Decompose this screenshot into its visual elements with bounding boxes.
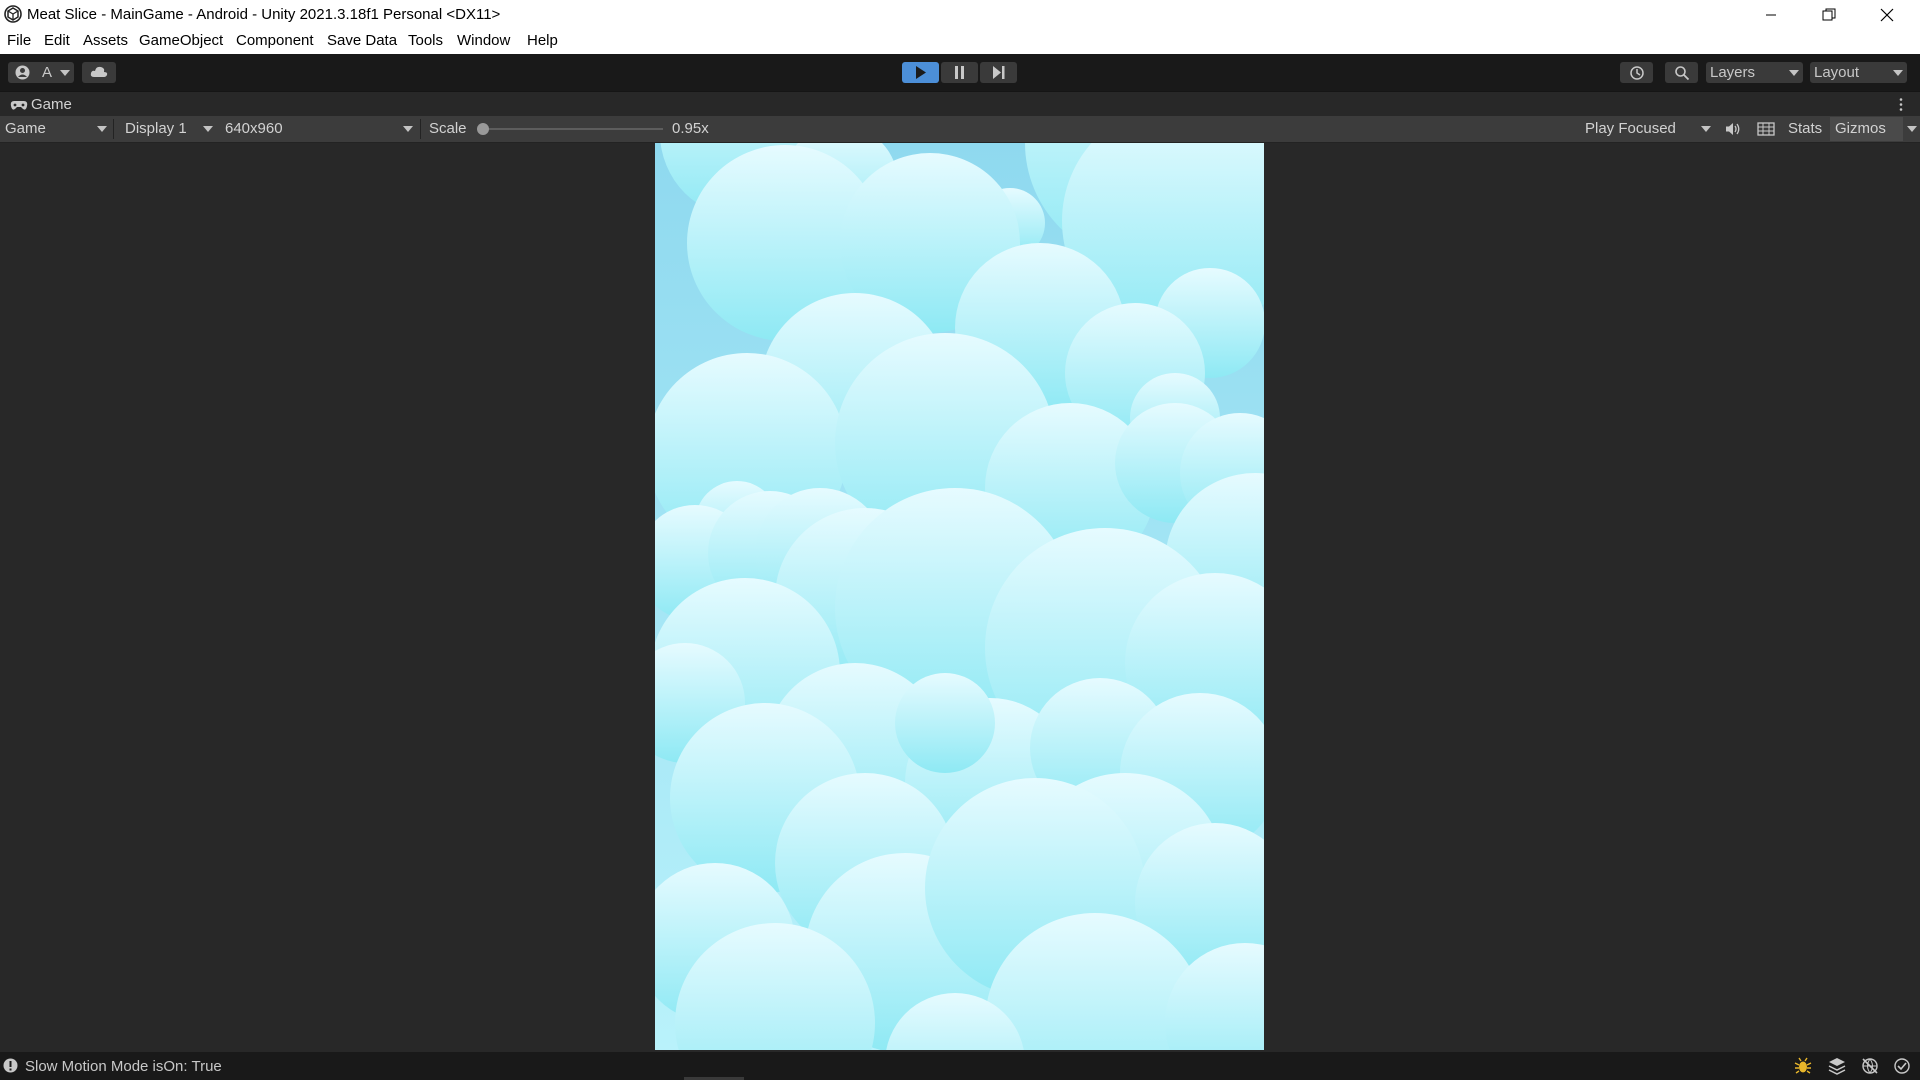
play-button[interactable] <box>902 62 939 83</box>
menu-component[interactable]: Component <box>236 32 314 49</box>
menu-tools[interactable]: Tools <box>408 32 443 49</box>
status-bar: Slow Motion Mode isOn: True <box>0 1052 1920 1080</box>
account-button[interactable]: A <box>8 62 74 83</box>
display-select-label: Display 1 <box>125 120 187 137</box>
resolution-chevron-icon <box>403 126 413 132</box>
cloud-shapes <box>655 143 1264 1050</box>
grid-icon <box>1757 122 1775 136</box>
scale-slider-thumb[interactable] <box>477 123 489 135</box>
game-view-toolbar: Game Display 1 640x960 Scale 0.95x Play … <box>0 116 1920 143</box>
layout-dropdown[interactable]: Layout <box>1810 62 1907 83</box>
gizmos-chevron-icon <box>1907 126 1917 132</box>
play-mode-chevron-icon <box>1701 126 1711 132</box>
gizmos-button[interactable]: Gizmos <box>1830 117 1903 141</box>
resolution-select-label: 640x960 <box>225 120 283 137</box>
pause-button[interactable] <box>941 62 978 83</box>
account-icon <box>15 65 30 80</box>
title-bar: Meat Slice - MainGame - Android - Unity … <box>0 0 1920 29</box>
check-circle-icon[interactable] <box>1893 1057 1911 1075</box>
search-icon <box>1675 66 1690 81</box>
display-chevron-icon <box>203 126 213 132</box>
play-icon <box>916 66 926 79</box>
gizmos-label: Gizmos <box>1835 120 1886 137</box>
scale-slider-track[interactable] <box>483 128 663 130</box>
stats-button[interactable]: Stats <box>1788 120 1822 137</box>
tab-game-label: Game <box>31 96 72 113</box>
gizmos-dropdown[interactable] <box>1903 117 1920 141</box>
cloud-icon <box>90 66 108 77</box>
search-button[interactable] <box>1665 62 1698 83</box>
gamepad-icon <box>10 101 28 110</box>
menu-file[interactable]: File <box>7 32 31 49</box>
display-select[interactable]: Display 1 <box>120 116 218 142</box>
layout-chevron-icon <box>1893 70 1903 76</box>
minimize-button[interactable] <box>1742 0 1800 29</box>
play-mode-select[interactable]: Play Focused <box>1580 116 1715 142</box>
account-chevron-icon <box>60 70 70 76</box>
play-mode-select-label: Play Focused <box>1585 120 1676 137</box>
history-button[interactable] <box>1620 62 1653 83</box>
scale-value: 0.95x <box>672 120 709 137</box>
divider <box>420 119 421 139</box>
panel-tab-bar: Game <box>0 91 1920 117</box>
mute-audio-button[interactable] <box>1717 116 1747 142</box>
menu-window[interactable]: Window <box>457 32 510 49</box>
speaker-icon <box>1726 123 1740 135</box>
history-icon <box>1630 66 1644 80</box>
kebab-menu-icon[interactable] <box>1898 97 1904 112</box>
menu-edit[interactable]: Edit <box>44 32 70 49</box>
unity-logo-icon <box>4 5 22 23</box>
menu-help[interactable]: Help <box>527 32 558 49</box>
cloud-button[interactable] <box>82 62 116 83</box>
info-icon <box>3 1058 18 1073</box>
window-title: Meat Slice - MainGame - Android - Unity … <box>27 6 501 23</box>
layers-dropdown[interactable]: Layers <box>1706 62 1803 83</box>
scale-label: Scale <box>429 120 467 137</box>
step-icon <box>993 66 1005 79</box>
cloud-background <box>655 143 1264 1050</box>
layout-label: Layout <box>1814 64 1860 81</box>
menu-bar: File Edit Assets GameObject Component Sa… <box>0 29 1920 54</box>
resolution-select[interactable]: 640x960 <box>220 116 420 142</box>
menu-assets[interactable]: Assets <box>83 32 128 49</box>
layers-stack-icon[interactable] <box>1828 1057 1846 1075</box>
status-message[interactable]: Slow Motion Mode isOn: True <box>25 1058 222 1075</box>
close-icon <box>1880 8 1894 21</box>
menu-save-data[interactable]: Save Data <box>327 32 397 49</box>
account-label: A <box>42 64 53 81</box>
pause-icon <box>955 66 964 79</box>
debug-bug-icon[interactable] <box>1794 1057 1812 1075</box>
step-button[interactable] <box>980 62 1017 83</box>
main-toolbar: A Layers Layout <box>0 54 1920 91</box>
minimize-icon <box>1766 14 1776 15</box>
layers-chevron-icon <box>1789 70 1799 76</box>
restore-icon <box>1822 8 1836 20</box>
restore-button[interactable] <box>1800 0 1858 29</box>
view-chevron-icon <box>97 126 107 132</box>
layers-label: Layers <box>1710 64 1756 81</box>
menu-gameobject[interactable]: GameObject <box>139 32 223 49</box>
view-select[interactable]: Game <box>0 116 112 142</box>
network-off-icon[interactable] <box>1861 1057 1879 1075</box>
close-button[interactable] <box>1858 0 1916 29</box>
divider <box>113 119 114 139</box>
grid-button[interactable] <box>1751 116 1781 142</box>
view-select-label: Game <box>5 120 46 137</box>
tab-game[interactable]: Game <box>0 92 110 117</box>
game-viewport[interactable] <box>655 143 1264 1050</box>
